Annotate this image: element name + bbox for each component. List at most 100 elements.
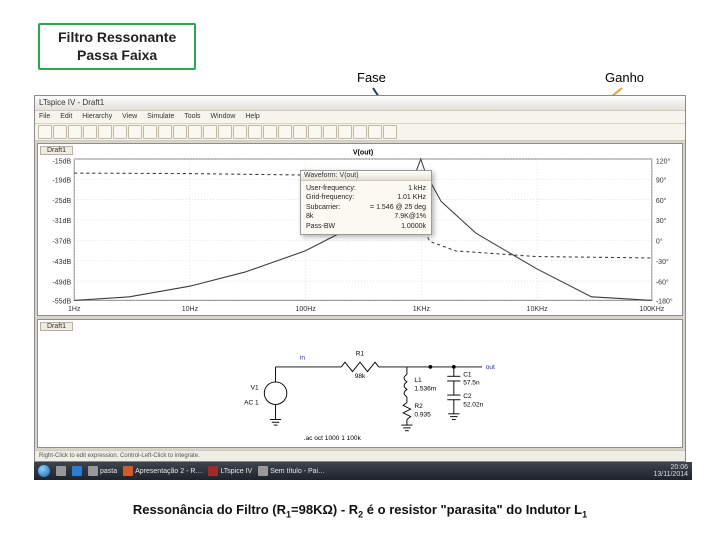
taskbar-item[interactable] <box>72 466 82 476</box>
visor-row-label: Subcarrier: <box>306 203 340 212</box>
toolbar-button[interactable] <box>368 125 382 139</box>
start-orb-icon[interactable] <box>38 465 50 477</box>
toolbar-button[interactable] <box>53 125 67 139</box>
schematic-tab[interactable]: Draft1 <box>40 322 73 331</box>
yl-tick: -43dB <box>52 257 71 266</box>
window-titlebar[interactable]: LTspice IV - Draft1 <box>35 96 685 111</box>
comp-ref: V1 <box>251 385 259 392</box>
status-bar: Right-Click to edit expression. Control-… <box>35 450 685 461</box>
toolbar-button[interactable] <box>233 125 247 139</box>
taskbar-item[interactable]: pasta <box>88 466 117 476</box>
comp-val: 57.5n <box>463 380 480 387</box>
x-tick: 100KHz <box>639 304 664 313</box>
toolbar-button[interactable] <box>248 125 262 139</box>
comp-ref: L1 <box>414 377 422 384</box>
comp-val: 52.02n <box>463 402 483 409</box>
taskbar-item[interactable] <box>56 466 66 476</box>
toolbar-button[interactable] <box>83 125 97 139</box>
menu-file[interactable]: File <box>39 113 50 120</box>
schematic-pane[interactable]: Draft1 V1 AC 1 in R1 98k <box>37 319 683 448</box>
taskbar-item[interactable]: LTspice IV <box>208 466 252 476</box>
yr-tick: -30° <box>656 257 669 266</box>
visor-row-value: 1.0000k <box>401 222 426 231</box>
visor-row-label: User-frequency: <box>306 184 356 193</box>
toolbar-button[interactable] <box>263 125 277 139</box>
net-in: in <box>300 355 305 362</box>
toolbar-button[interactable] <box>218 125 232 139</box>
menu-edit[interactable]: Edit <box>60 113 72 120</box>
menu-window[interactable]: Window <box>211 113 236 120</box>
menu-hierarchy[interactable]: Hierarchy <box>82 113 112 120</box>
visor-row-value: 1 kHz <box>408 184 426 193</box>
visor-row-value: = 1.546 @ 25 deg <box>370 203 426 212</box>
visor-body: User-frequency:1 kHz Grid-frequency:1.01… <box>301 181 431 234</box>
x-tick: 10Hz <box>182 304 199 313</box>
toolbar-button[interactable] <box>128 125 142 139</box>
comp-ref: C2 <box>463 393 472 400</box>
toolbar-button[interactable] <box>278 125 292 139</box>
folder-icon <box>88 466 98 476</box>
comp-ref: R2 <box>414 404 423 411</box>
plot-tab[interactable]: Draft1 <box>40 146 73 155</box>
comp-ref: C1 <box>463 372 472 379</box>
net-out: out <box>486 364 495 371</box>
yl-tick: -49dB <box>52 277 71 286</box>
paint-icon <box>258 466 268 476</box>
visor-row-label: Grid-frequency: <box>306 193 354 202</box>
toolbar-button[interactable] <box>158 125 172 139</box>
slide-title-text: Filtro RessonantePassa Faixa <box>58 29 176 63</box>
slide-title-tag: Filtro RessonantePassa Faixa <box>38 23 196 70</box>
toolbar-button[interactable] <box>143 125 157 139</box>
toolbar-button[interactable] <box>68 125 82 139</box>
toolbar-button[interactable] <box>308 125 322 139</box>
x-tick: 1Hz <box>68 304 81 313</box>
yl-tick: -25dB <box>52 196 71 205</box>
toolbar-button[interactable] <box>188 125 202 139</box>
toolbar-button[interactable] <box>173 125 187 139</box>
yr-tick: 60° <box>656 196 667 205</box>
taskbar-clock[interactable]: 20:06 13/11/2014 <box>653 464 688 479</box>
yl-tick: -31dB <box>52 216 71 225</box>
toolbar-button[interactable] <box>353 125 367 139</box>
toolbar-button[interactable] <box>203 125 217 139</box>
menu-help[interactable]: Help <box>245 113 259 120</box>
menu-bar[interactable]: File Edit Hierarchy View Simulate Tools … <box>35 111 685 124</box>
yr-tick: 90° <box>656 175 667 184</box>
toolbar-button[interactable] <box>98 125 112 139</box>
comp-val: 98k <box>355 374 366 381</box>
comp-val: 1.536m <box>414 386 436 393</box>
yl-tick: -37dB <box>52 236 71 245</box>
windows-taskbar[interactable]: pasta Apresentação 2 - R… LTspice IV Sem… <box>34 462 692 480</box>
label-fase: Fase <box>357 70 386 85</box>
yr-tick: 120° <box>656 156 671 165</box>
taskbar-item[interactable]: Apresentação 2 - R… <box>123 466 202 476</box>
comp-val: AC 1 <box>244 400 259 407</box>
toolbar-button[interactable] <box>338 125 352 139</box>
x-tick: 10KHz <box>527 304 548 313</box>
toolbar-button[interactable] <box>113 125 127 139</box>
x-tick: 100Hz <box>295 304 316 313</box>
toolbar-button[interactable] <box>38 125 52 139</box>
explorer-icon <box>56 466 66 476</box>
comp-ref: R1 <box>356 351 365 358</box>
visor-row-value: 7.9K@1% <box>394 212 426 221</box>
label-ganho: Ganho <box>605 70 644 85</box>
toolbar-button[interactable] <box>293 125 307 139</box>
yl-tick: -19dB <box>52 175 71 184</box>
schematic: V1 AC 1 in R1 98k L1 1.536m <box>38 320 682 447</box>
trace-title: V(out) <box>353 147 374 156</box>
ie-icon <box>72 466 82 476</box>
toolbar-button[interactable] <box>383 125 397 139</box>
visor-title[interactable]: Waveform: V(out) <box>301 171 431 181</box>
menu-tools[interactable]: Tools <box>184 113 200 120</box>
menu-simulate[interactable]: Simulate <box>147 113 174 120</box>
toolbar-button[interactable] <box>323 125 337 139</box>
slide-caption: Ressonância do Filtro (R1=98KΩ) - R2 é o… <box>0 502 720 520</box>
comp-val: 0.935 <box>414 412 431 419</box>
spice-directive: .ac oct 1000 1 100k <box>304 435 362 442</box>
yl-tick: -15dB <box>52 156 71 165</box>
waveform-visor-dialog[interactable]: Waveform: V(out) User-frequency: 1 kHz Gr… <box>300 170 432 235</box>
ltspice-icon <box>208 466 218 476</box>
menu-view[interactable]: View <box>122 113 137 120</box>
taskbar-item[interactable]: Sem título - Pai… <box>258 466 325 476</box>
